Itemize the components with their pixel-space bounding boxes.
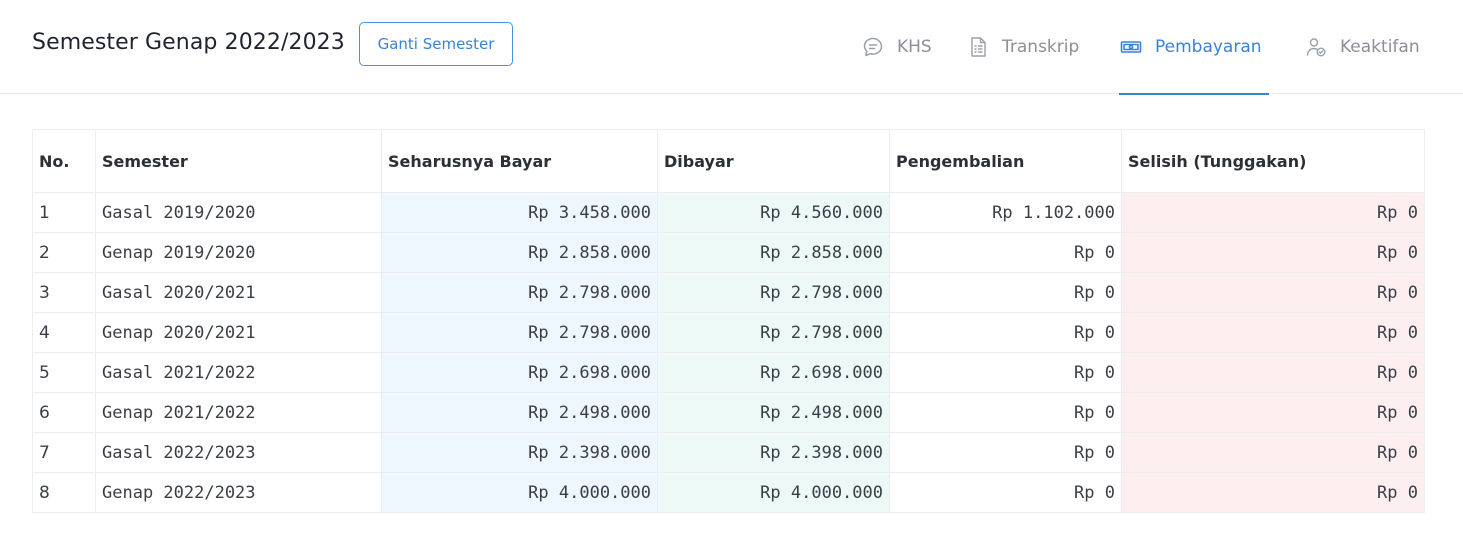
cell-no: 5 [32,352,96,393]
cell-refund: Rp 0 [889,312,1122,353]
cell-semester: Gasal 2022/2023 [95,432,382,473]
cell-semester: Genap 2019/2020 [95,232,382,273]
cell-no: 8 [32,472,96,513]
cell-bill: Rp 2.398.000 [381,432,658,473]
cell-difference: Rp 0 [1121,432,1425,473]
column-header-difference: Selisih (Tunggakan) [1121,129,1425,193]
column-header-refund: Pengembalian [889,129,1122,193]
cell-refund: Rp 0 [889,472,1122,513]
payment-table: No. Semester Seharusnya Bayar Dibayar Pe… [32,129,1425,513]
column-header-paid: Dibayar [657,129,890,193]
table-row: 5 Gasal 2021/2022 Rp 2.698.000 Rp 2.698.… [32,352,1425,393]
cell-paid: Rp 2.798.000 [657,312,890,353]
cell-difference: Rp 0 [1121,312,1425,353]
chat-bubble-icon [861,35,885,59]
cell-paid: Rp 4.000.000 [657,472,890,513]
cell-paid: Rp 2.398.000 [657,432,890,473]
money-icon [1119,35,1143,59]
cell-refund: Rp 0 [889,432,1122,473]
table-row: 8 Genap 2022/2023 Rp 4.000.000 Rp 4.000.… [32,472,1425,513]
page-title: Semester Genap 2022/2023 [32,30,345,55]
table-row: 7 Gasal 2022/2023 Rp 2.398.000 Rp 2.398.… [32,432,1425,473]
column-header-bill: Seharusnya Bayar [381,129,658,193]
column-header-semester: Semester [95,129,382,193]
cell-difference: Rp 0 [1121,192,1425,233]
tab-khs[interactable]: KHS [861,0,932,94]
cell-refund: Rp 0 [889,272,1122,313]
cell-semester: Genap 2021/2022 [95,392,382,433]
cell-refund: Rp 0 [889,232,1122,273]
cell-semester: Gasal 2020/2021 [95,272,382,313]
cell-difference: Rp 0 [1121,392,1425,433]
cell-bill: Rp 2.798.000 [381,312,658,353]
document-icon [966,35,990,59]
table-row: 1 Gasal 2019/2020 Rp 3.458.000 Rp 4.560.… [32,192,1425,233]
change-semester-button[interactable]: Ganti Semester [359,22,513,66]
cell-paid: Rp 2.858.000 [657,232,890,273]
user-check-icon [1304,35,1328,59]
cell-refund: Rp 1.102.000 [889,192,1122,233]
tab-pembayaran[interactable]: Pembayaran [1119,0,1269,95]
cell-bill: Rp 2.498.000 [381,392,658,433]
tab-transkrip[interactable]: Transkrip [966,0,1079,94]
tab-label: KHS [897,37,932,57]
cell-bill: Rp 4.000.000 [381,472,658,513]
cell-semester: Genap 2020/2021 [95,312,382,353]
cell-difference: Rp 0 [1121,352,1425,393]
cell-refund: Rp 0 [889,392,1122,433]
table-row: 6 Genap 2021/2022 Rp 2.498.000 Rp 2.498.… [32,392,1425,433]
table-row: 2 Genap 2019/2020 Rp 2.858.000 Rp 2.858.… [32,232,1425,273]
column-header-no: No. [32,129,96,193]
cell-difference: Rp 0 [1121,272,1425,313]
tab-label: Keaktifan [1340,37,1420,57]
cell-no: 7 [32,432,96,473]
cell-difference: Rp 0 [1121,472,1425,513]
tab-label: Pembayaran [1155,37,1262,57]
table-row: 3 Gasal 2020/2021 Rp 2.798.000 Rp 2.798.… [32,272,1425,313]
cell-refund: Rp 0 [889,352,1122,393]
tab-keaktifan[interactable]: Keaktifan [1304,0,1420,94]
cell-no: 6 [32,392,96,433]
cell-difference: Rp 0 [1121,232,1425,273]
cell-paid: Rp 4.560.000 [657,192,890,233]
cell-no: 4 [32,312,96,353]
cell-paid: Rp 2.498.000 [657,392,890,433]
cell-paid: Rp 2.698.000 [657,352,890,393]
cell-bill: Rp 3.458.000 [381,192,658,233]
cell-semester: Gasal 2019/2020 [95,192,382,233]
table-row: 4 Genap 2020/2021 Rp 2.798.000 Rp 2.798.… [32,312,1425,353]
cell-bill: Rp 2.798.000 [381,272,658,313]
cell-bill: Rp 2.698.000 [381,352,658,393]
cell-no: 3 [32,272,96,313]
cell-semester: Gasal 2021/2022 [95,352,382,393]
cell-semester: Genap 2022/2023 [95,472,382,513]
cell-paid: Rp 2.798.000 [657,272,890,313]
cell-bill: Rp 2.858.000 [381,232,658,273]
table-header-row: No. Semester Seharusnya Bayar Dibayar Pe… [32,129,1425,193]
tab-label: Transkrip [1002,37,1080,57]
cell-no: 2 [32,232,96,273]
cell-no: 1 [32,192,96,233]
page-header: Semester Genap 2022/2023 Ganti Semester … [0,0,1463,95]
